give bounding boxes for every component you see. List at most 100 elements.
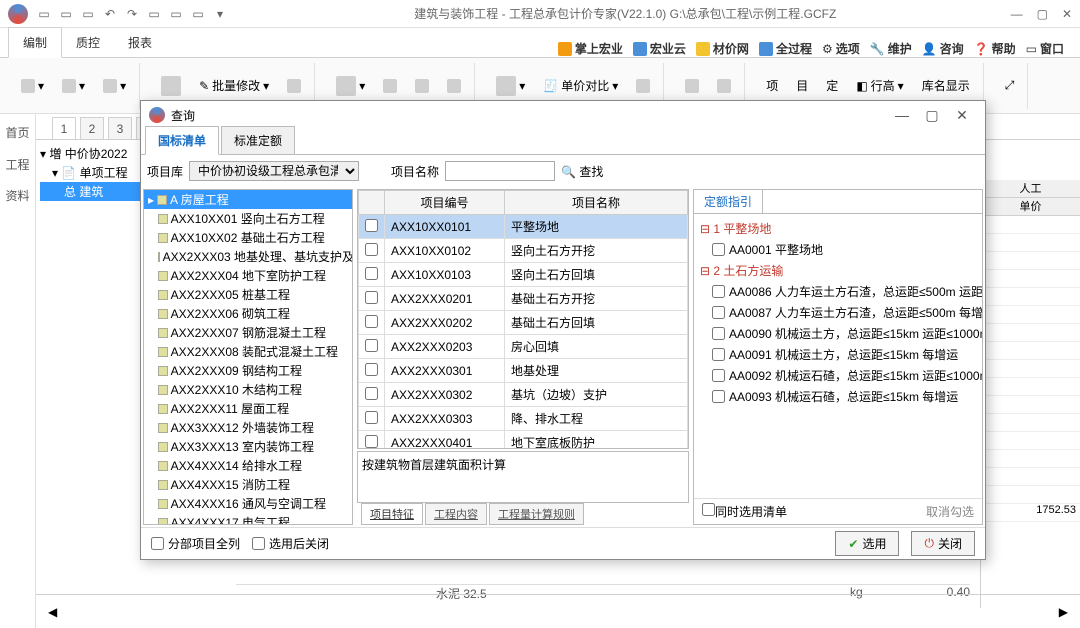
scroll-right-icon[interactable]: ▶ xyxy=(1059,605,1068,619)
tree-node[interactable]: AXX4XXX14 给排水工程 xyxy=(144,456,352,475)
ribbon-btn-list[interactable]: ▾ xyxy=(489,71,532,101)
ribbon-btn-12[interactable] xyxy=(678,74,706,98)
quota-item[interactable]: AA0001 平整场地 xyxy=(698,239,978,260)
grid-row[interactable]: AXX2XXX0203房心回填 xyxy=(359,335,688,359)
ribbon-proj[interactable]: 项 xyxy=(759,72,785,99)
tree-node[interactable]: AXX2XXX09 钢结构工程 xyxy=(144,361,352,380)
ribbon-btn-fill[interactable] xyxy=(154,71,188,101)
link-price[interactable]: 材价网 xyxy=(696,40,749,57)
quota-item[interactable]: AA0086 人力车运土方石渣，总运距≤500m 运距 xyxy=(698,281,978,302)
item-grid[interactable]: 项目编号 项目名称 AXX10XX0101平整场地AXX10XX0102竖向土石… xyxy=(357,189,689,449)
tree-node[interactable]: AXX3XXX12 外墙装饰工程 xyxy=(144,418,352,437)
tree-node[interactable]: AXX4XXX15 消防工程 xyxy=(144,475,352,494)
category-tree[interactable]: ▸ A 房屋工程 AXX10XX01 竖向土石方工程 AXX10XX02 基础土… xyxy=(143,189,353,525)
tree-node[interactable]: AXX4XXX17 电气工程 xyxy=(144,513,352,525)
redo-icon[interactable]: ↷ xyxy=(124,6,140,22)
tree-node[interactable]: AXX2XXX04 地下室防护工程 xyxy=(144,266,352,285)
project-tree[interactable]: ▾ 増 中价协2022 ▾ 📄 单项工程 总 建筑 xyxy=(36,140,152,628)
close-after-checkbox[interactable]: 选用后关闭 xyxy=(252,535,329,552)
select-button[interactable]: ✔选用 xyxy=(835,531,899,556)
open-icon[interactable]: ▭ xyxy=(58,6,74,22)
link-cloud[interactable]: 宏业云 xyxy=(633,40,686,57)
row-checkbox[interactable] xyxy=(365,315,378,328)
row-checkbox[interactable] xyxy=(365,387,378,400)
sync-checkbox[interactable]: 同时选用清单 xyxy=(702,503,787,520)
quota-item[interactable]: AA0090 机械运土方，总运距≤15km 运距≤1000m xyxy=(698,323,978,344)
name-input[interactable] xyxy=(445,161,555,181)
grid-row[interactable]: AXX2XXX0302基坑（边坡）支护 xyxy=(359,383,688,407)
dialog-minimize[interactable]: — xyxy=(887,107,917,123)
tree-node[interactable]: AXX2XXX08 装配式混凝土工程 xyxy=(144,342,352,361)
ribbon-batch-edit[interactable]: ✎ 批量修改 ▾ xyxy=(192,72,276,99)
tree-node[interactable]: AXX2XXX05 桩基工程 xyxy=(144,285,352,304)
doc-icon[interactable]: ▭ xyxy=(146,6,162,22)
tree-node[interactable]: AXX2XXX07 钢筋混凝土工程 xyxy=(144,323,352,342)
doc-tab-2[interactable]: 2 xyxy=(80,117,104,139)
ribbon-btn-1[interactable]: ▾ xyxy=(14,74,51,98)
doc3-icon[interactable]: ▭ xyxy=(190,6,206,22)
dropdown-icon[interactable]: ▾ xyxy=(212,6,228,22)
tree-node[interactable]: AXX10XX02 基础土石方工程 xyxy=(144,228,352,247)
row-checkbox[interactable] xyxy=(365,219,378,232)
grid-row[interactable]: AXX2XXX0202基础土石方回填 xyxy=(359,311,688,335)
row-checkbox[interactable] xyxy=(365,267,378,280)
ribbon-hang[interactable]: ◧ 行高 ▾ xyxy=(849,72,910,99)
save-icon[interactable]: ▭ xyxy=(80,6,96,22)
ribbon-btn-6[interactable]: ▾ xyxy=(329,71,372,101)
row-checkbox[interactable] xyxy=(365,243,378,256)
maximize-button[interactable]: ▢ xyxy=(1037,7,1048,21)
tab-report[interactable]: 报表 xyxy=(114,28,166,57)
doc-tab-3[interactable]: 3 xyxy=(108,117,132,139)
quota-group[interactable]: ⊟ 2 土石方运输 xyxy=(698,260,978,281)
ribbon-btn-13[interactable] xyxy=(710,74,738,98)
grid-row[interactable]: AXX10XX0101平整场地 xyxy=(359,215,688,239)
grid-row[interactable]: AXX10XX0102竖向土石方开挖 xyxy=(359,239,688,263)
grid-row[interactable]: AXX2XXX0301地基处理 xyxy=(359,359,688,383)
ribbon-btn-11[interactable] xyxy=(629,74,657,98)
tree-node[interactable]: ▸ A 房屋工程 xyxy=(144,190,352,209)
ribbon-price-compare[interactable]: 🧾 单价对比 ▾ xyxy=(536,72,625,99)
close-dialog-button[interactable]: ⏻关闭 xyxy=(911,531,975,556)
quota-item[interactable]: AA0091 机械运土方，总运距≤15km 每增运 xyxy=(698,344,978,365)
tree-node[interactable]: AXX2XXX10 木结构工程 xyxy=(144,380,352,399)
grid-row[interactable]: AXX2XXX0303降、排水工程 xyxy=(359,407,688,431)
link-options[interactable]: ⚙选项 xyxy=(822,40,860,57)
quota-item[interactable]: AA0092 机械运石碴，总运距≤15km 运距≤1000m xyxy=(698,365,978,386)
link-consult[interactable]: 👤咨询 xyxy=(922,40,964,57)
ribbon-btn-5[interactable] xyxy=(280,74,308,98)
tree-node[interactable]: AXX3XXX13 室内装饰工程 xyxy=(144,437,352,456)
link-mobile[interactable]: 掌上宏业 xyxy=(558,40,623,57)
link-window[interactable]: ▭窗口 xyxy=(1026,40,1064,57)
ribbon-btn-9[interactable] xyxy=(440,74,468,98)
row-checkbox[interactable] xyxy=(365,291,378,304)
ribbon-ding[interactable]: 定 xyxy=(819,72,845,99)
undo-icon[interactable]: ↶ xyxy=(102,6,118,22)
row-checkbox[interactable] xyxy=(365,339,378,352)
tree-node[interactable]: AXX2XXX06 砌筑工程 xyxy=(144,304,352,323)
new-icon[interactable]: ▭ xyxy=(36,6,52,22)
lib-select[interactable]: 中价协初设级工程总承包清单 xyxy=(189,161,359,181)
ribbon-btn-7[interactable] xyxy=(376,74,404,98)
tab-rule[interactable]: 工程量计算规则 xyxy=(489,503,584,525)
doc-tab-1[interactable]: 1 xyxy=(52,117,76,139)
tree-node[interactable]: AXX4XXX16 通风与空调工程 xyxy=(144,494,352,513)
tab-content[interactable]: 工程内容 xyxy=(425,503,487,525)
tab-feature[interactable]: 项目特征 xyxy=(361,503,423,525)
dialog-maximize[interactable]: ▢ xyxy=(917,107,947,124)
minimize-button[interactable]: — xyxy=(1011,7,1023,21)
quota-tree[interactable]: ⊟ 1 平整场地 AA0001 平整场地⊟ 2 土石方运输 AA0086 人力车… xyxy=(694,214,982,498)
row-checkbox[interactable] xyxy=(365,411,378,424)
link-process[interactable]: 全过程 xyxy=(759,40,812,57)
doc2-icon[interactable]: ▭ xyxy=(168,6,184,22)
grid-row[interactable]: AXX10XX0103竖向土石方回填 xyxy=(359,263,688,287)
tree-node[interactable]: AXX2XXX11 屋面工程 xyxy=(144,399,352,418)
ribbon-btn-8[interactable] xyxy=(408,74,436,98)
dialog-close[interactable]: ✕ xyxy=(947,107,977,124)
scroll-left-icon[interactable]: ◀ xyxy=(48,605,57,619)
side-data[interactable]: 资料 xyxy=(5,189,29,205)
quota-tab[interactable]: 定额指引 xyxy=(694,189,763,214)
quota-item[interactable]: AA0087 人力车运土方石渣，总运距≤500m 每增 xyxy=(698,302,978,323)
dialog-titlebar[interactable]: 查询 — ▢ ✕ xyxy=(141,101,985,129)
tab-national-list[interactable]: 国标清单 xyxy=(145,126,219,155)
row-checkbox[interactable] xyxy=(365,363,378,376)
